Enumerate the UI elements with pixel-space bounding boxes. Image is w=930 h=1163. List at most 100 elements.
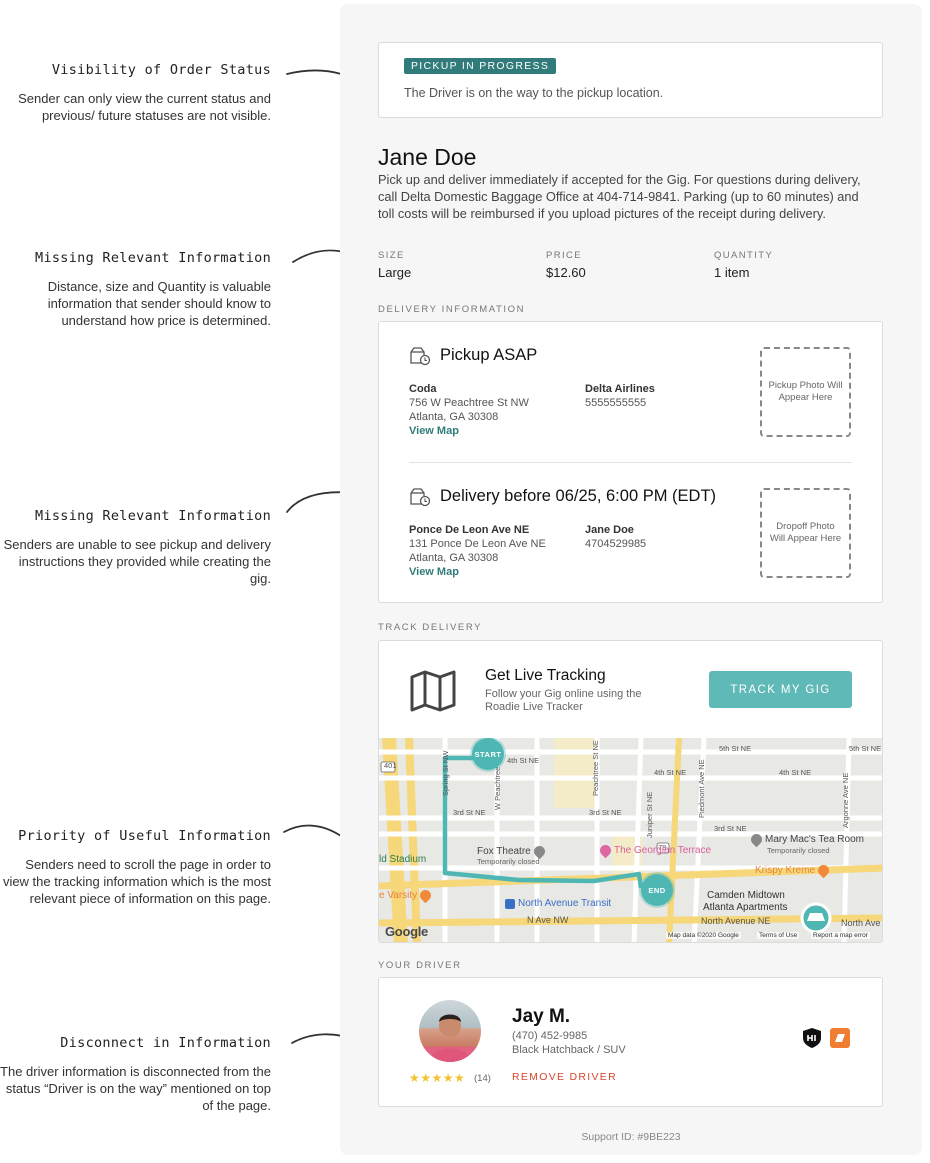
dropoff-place: Ponce De Leon Ave NE [409, 524, 530, 536]
poi-name: Fox Theatre [477, 846, 531, 857]
hwy-shield-label: 401 [384, 761, 397, 770]
annotation-text: Sender can only view the current status … [18, 91, 271, 123]
spec-quantity: QUANTITY 1 item [714, 250, 773, 280]
route-end-marker[interactable]: END [641, 874, 673, 906]
delivery-card: Pickup ASAP Coda 756 W Peachtree St NW A… [378, 321, 883, 603]
route-start-marker[interactable]: START [472, 738, 504, 770]
dropoff-title: Delivery before 06/25, 6:00 PM (EDT) [440, 487, 717, 505]
status-text: The Driver is on the way to the pickup l… [404, 86, 664, 100]
poi-name: The Georgian Terrace [614, 845, 712, 856]
annotation-title: Missing Relevant Information [35, 250, 271, 266]
pickup-contact: Delta Airlines 5555555555 [585, 382, 655, 410]
dropoff-photo-placeholder: Dropoff Photo Will Appear Here [760, 488, 851, 578]
poi-fox-theatre[interactable]: Fox Theatre [477, 843, 548, 860]
track-my-gig-button[interactable]: TRACK MY GIG [709, 671, 852, 708]
spec-price: PRICE $12.60 [546, 250, 586, 280]
street-label: Juniper St NE [645, 791, 654, 838]
tracking-map[interactable]: 401 78 5th St NE 5th St NE 4th St NE 4th… [379, 738, 882, 942]
street-label: 3rd St NE [453, 808, 486, 817]
annotation-order-status: Visibility of Order Status Sender can on… [0, 62, 271, 124]
annotation-priority-tracking: Priority of Useful Information Senders n… [0, 828, 271, 907]
street-label: 5th St NE [719, 744, 752, 753]
dropoff-contact-phone: 4704529985 [585, 538, 647, 550]
poi-transit[interactable]: North Avenue Transit [505, 898, 611, 909]
map-report-link[interactable]: Report a map error [811, 932, 870, 939]
annotation-title: Missing Relevant Information [35, 508, 271, 524]
pickup-title: Pickup ASAP [440, 346, 538, 364]
street-label: 4th St NE [654, 768, 687, 777]
poi-status: Temporarily closed [767, 846, 830, 855]
poi-name: North Avenue Transit [518, 898, 612, 909]
spec-size: SIZE Large [378, 250, 411, 280]
pickup-view-map-link[interactable]: View Map [409, 425, 459, 437]
dropoff-view-map-link[interactable]: View Map [409, 566, 459, 578]
driver-phone: (470) 452-9985 [512, 1030, 588, 1042]
poi-camden[interactable]: Camden Midtown [707, 890, 785, 901]
restaurant-pin-icon [748, 831, 765, 848]
spec-value: 1 item [714, 265, 750, 280]
map-terms-link[interactable]: Terms of Use [757, 932, 800, 939]
poi-varsity[interactable]: e Varsity [379, 887, 434, 904]
google-logo: Google [385, 924, 428, 939]
orange-badge-icon [830, 1028, 850, 1048]
dropoff-contact-name: Jane Doe [585, 524, 634, 536]
spec-label: SIZE [378, 250, 405, 261]
annotation-title: Disconnect in Information [60, 1035, 271, 1051]
driver-vehicle: Black Hatchback / SUV [512, 1044, 626, 1056]
poi-mary-macs[interactable]: Mary Mac's Tea Room [748, 831, 864, 848]
status-badge: PICKUP IN PROGRESS [404, 58, 557, 74]
pickup-street: 756 W Peachtree St NW [409, 397, 529, 409]
street-label: 4th St NE [779, 768, 812, 777]
transit-icon [505, 898, 515, 909]
street-label: Piedmont Ave NE [697, 759, 706, 818]
hotel-pin-icon [597, 842, 614, 859]
annotation-driver-disconnect: Disconnect in Information The driver inf… [0, 1035, 271, 1114]
annotation-text: Distance, size and Quantity is valuable … [47, 279, 271, 328]
street-label: 5th St NE [849, 744, 882, 753]
spec-label: QUANTITY [714, 250, 774, 261]
poi-stadium[interactable]: ld Stadium [379, 854, 426, 865]
pickup-photo-placeholder: Pickup Photo Will Appear Here [760, 347, 851, 437]
pickup-city: Atlanta, GA 30308 [409, 411, 499, 423]
driver-name: Jay M. [512, 1006, 571, 1027]
annotation-text: The driver information is disconnected f… [0, 1064, 271, 1113]
pickup-address: Coda 756 W Peachtree St NW Atlanta, GA 3… [409, 382, 529, 424]
gig-detail-panel: PICKUP IN PROGRESS The Driver is on the … [340, 4, 922, 1155]
poi-name: Krispy Kreme [755, 865, 816, 876]
gig-title: Jane Doe [378, 144, 477, 170]
delivery-section-label: DELIVERY INFORMATION [378, 304, 526, 315]
street-label: North Avenue NE [701, 916, 771, 926]
pickup-place: Coda [409, 383, 437, 395]
person-avatar-icon [429, 1014, 471, 1062]
dropoff-street: 131 Ponce De Leon Ave NE [409, 538, 546, 550]
map-icon [410, 670, 456, 712]
pickup-contact-name: Delta Airlines [585, 383, 655, 395]
street-label: 4th St NE [507, 756, 540, 765]
remove-driver-button[interactable]: REMOVE DRIVER [512, 1071, 617, 1083]
review-count: (14) [474, 1073, 491, 1084]
annotation-title: Priority of Useful Information [18, 828, 271, 844]
driver-card: ★★★★★ (14) Jay M. (470) 452-9985 Black H… [378, 977, 883, 1107]
restaurant-pin-icon [417, 887, 434, 904]
annotation-title: Visibility of Order Status [51, 62, 271, 78]
street-label: Spring St NW [441, 750, 450, 796]
tracking-section-label: TRACK DELIVERY [378, 622, 483, 633]
poi-georgian-terrace[interactable]: The Georgian Terrace [597, 842, 712, 859]
shield-badge-icon [803, 1028, 821, 1048]
package-pickup-icon [410, 347, 431, 366]
poi-camden-2: Atlanta Apartments [703, 902, 788, 913]
restaurant-pin-icon [815, 862, 832, 879]
street-label: Argonne Ave NE [841, 772, 850, 828]
status-card: PICKUP IN PROGRESS The Driver is on the … [378, 42, 883, 118]
street-label: Peachtree St NE [591, 740, 600, 796]
rating-stars: ★★★★★ [409, 1071, 466, 1085]
poi-name: Mary Mac's Tea Room [765, 834, 864, 845]
annotation-missing-instructions: Missing Relevant Information Senders are… [0, 508, 271, 587]
driver-section-label: YOUR DRIVER [378, 960, 462, 971]
poi-krispy-kreme[interactable]: Krispy Kreme [755, 862, 832, 879]
driver-avatar [419, 1000, 481, 1062]
street-label: 3rd St NE [589, 808, 622, 817]
spec-value: $12.60 [546, 265, 586, 280]
tracking-subtitle: Follow your Gig online using the Roadie … [485, 688, 642, 713]
dropoff-contact: Jane Doe 4704529985 [585, 523, 646, 551]
